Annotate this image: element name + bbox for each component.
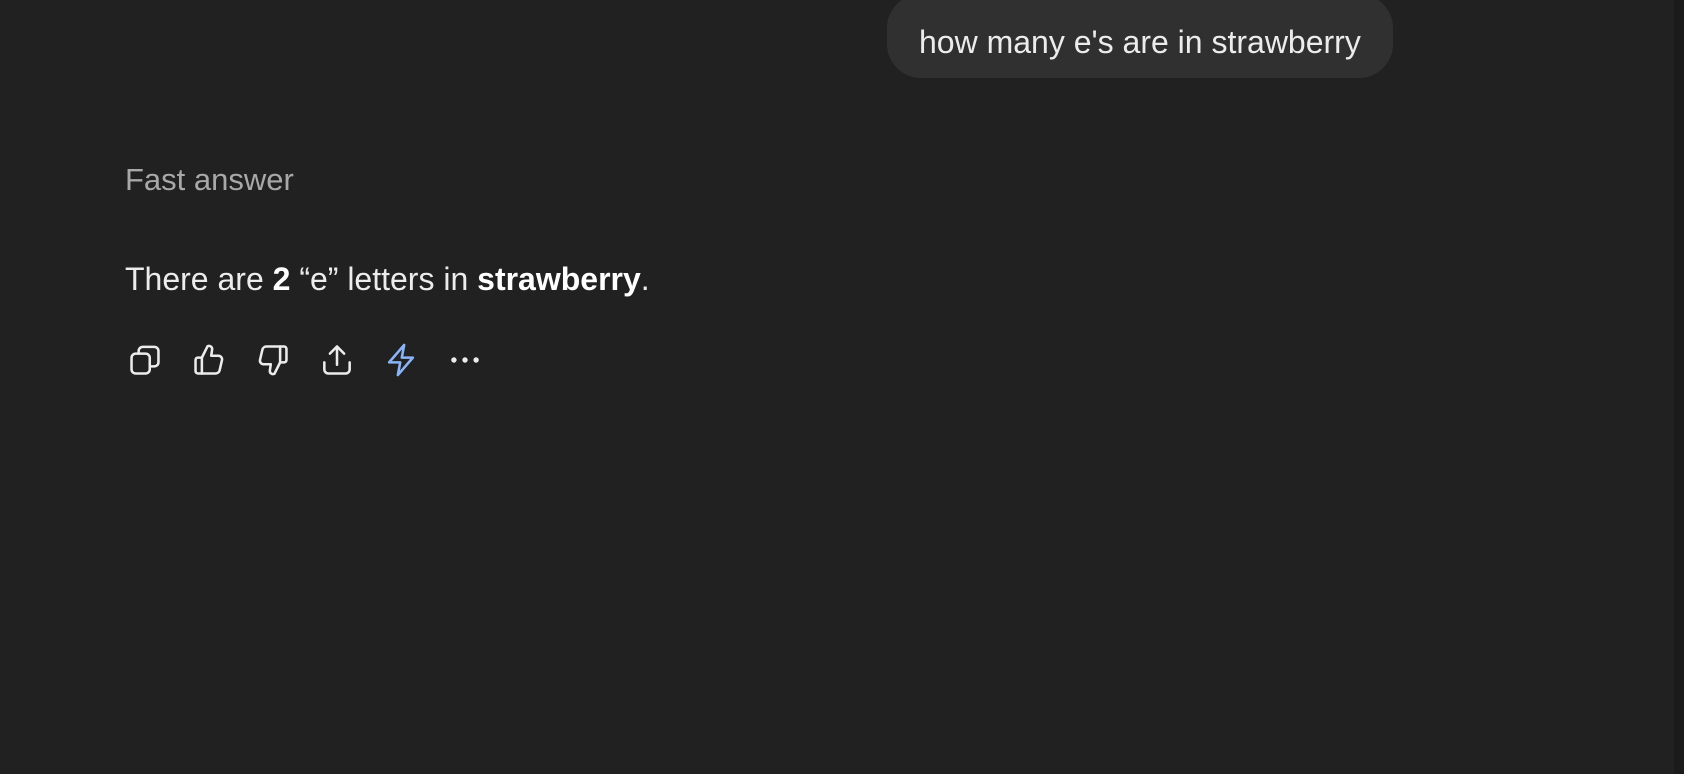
response-word: strawberry [477, 261, 641, 297]
response-actions-toolbar [123, 339, 507, 381]
thumbs-down-button[interactable] [251, 339, 295, 381]
assistant-response: There are 2 “e” letters in strawberry. [125, 261, 650, 298]
response-count: 2 [272, 261, 291, 297]
more-options-button[interactable] [443, 339, 487, 381]
response-prefix: There are [125, 261, 273, 297]
user-message-text: how many e's are in strawberry [919, 23, 1361, 60]
copy-button[interactable] [123, 339, 167, 381]
more-options-icon [451, 357, 479, 363]
response-suffix: . [640, 261, 650, 297]
copy-icon [130, 345, 160, 375]
thumbs-up-button[interactable] [187, 339, 231, 381]
user-message-bubble: how many e's are in strawberry [887, 0, 1393, 78]
lightning-icon [387, 343, 415, 377]
share-button[interactable] [315, 339, 359, 381]
fast-mode-button[interactable] [379, 339, 423, 381]
response-mode-label: Fast answer [125, 162, 294, 197]
response-middle: “e” letters in [290, 261, 478, 297]
scrollbar-track[interactable] [1674, 0, 1684, 774]
share-icon [323, 345, 351, 375]
thumbs-up-icon [194, 344, 224, 375]
thumbs-down-icon [258, 345, 288, 376]
